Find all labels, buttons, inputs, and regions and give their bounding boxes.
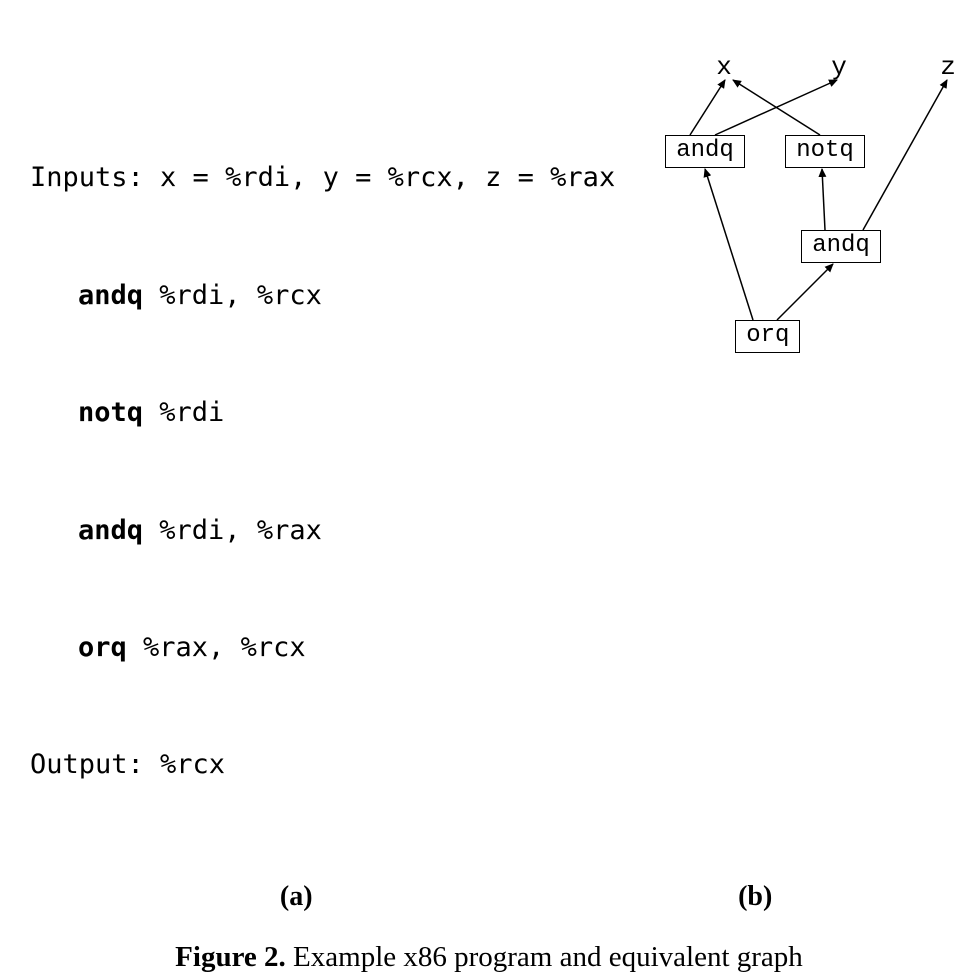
figure-container: Inputs: x = %rdi, y = %rcx, z = %rax and… [0, 0, 978, 555]
code-instr-2: notq %rdi [30, 393, 615, 432]
graph-edges [615, 60, 978, 863]
code-args-1: %rdi, %rcx [143, 280, 322, 311]
code-args-4: %rax, %rcx [127, 632, 306, 663]
code-inputs-line: Inputs: x = %rdi, y = %rcx, z = %rax [30, 158, 615, 197]
graph-input-x: x [716, 54, 732, 80]
code-op-3: andq [78, 515, 143, 546]
code-args-2: %rdi [143, 397, 224, 428]
code-instr-1: andq %rdi, %rcx [30, 276, 615, 315]
code-listing: Inputs: x = %rdi, y = %rcx, z = %rax and… [30, 80, 615, 863]
graph-input-z: z [940, 54, 956, 80]
figure-label: Figure 2. [175, 941, 286, 973]
code-op-2: notq [78, 397, 143, 428]
graph-input-y: y [831, 54, 847, 80]
figure-caption: Figure 2. Example x86 program and equiva… [30, 941, 948, 974]
code-op-4: orq [78, 632, 127, 663]
code-instr-4: orq %rax, %rcx [30, 628, 615, 667]
code-op-1: andq [78, 280, 143, 311]
graph-node-andq2: andq [801, 230, 881, 263]
sublabel-a: (a) [30, 881, 562, 913]
panel-b: x y z andq notq andq orq [615, 60, 978, 863]
panel-a: Inputs: x = %rdi, y = %rcx, z = %rax and… [30, 60, 615, 863]
graph-node-orq: orq [735, 320, 800, 353]
graph-node-andq1: andq [665, 135, 745, 168]
code-instr-3: andq %rdi, %rax [30, 511, 615, 550]
sublabel-b: (b) [562, 881, 948, 913]
figure-caption-text: Example x86 program and equivalent graph [286, 941, 803, 973]
code-args-3: %rdi, %rax [143, 515, 322, 546]
code-output-line: Output: %rcx [30, 745, 615, 784]
graph-node-notq: notq [785, 135, 865, 168]
sublabels-row: (a) (b) [30, 881, 948, 913]
panels-row: Inputs: x = %rdi, y = %rcx, z = %rax and… [30, 60, 948, 863]
graph: x y z andq notq andq orq [615, 60, 978, 863]
